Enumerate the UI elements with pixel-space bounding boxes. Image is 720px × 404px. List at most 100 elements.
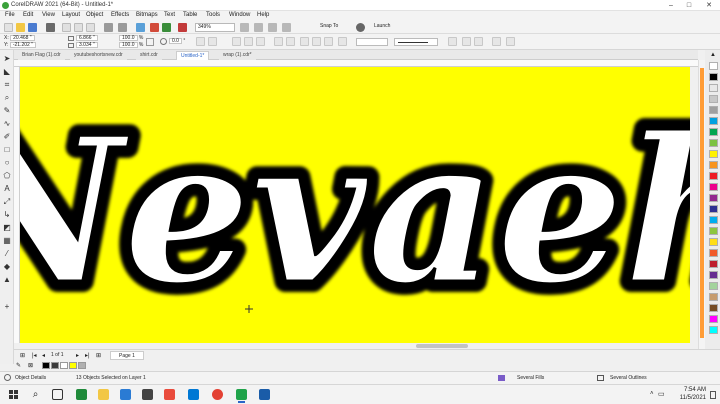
to-back-button[interactable]: [474, 37, 483, 46]
pick-tool-icon[interactable]: ➤: [2, 54, 12, 64]
app-icon-1[interactable]: [164, 389, 175, 400]
artwork-text-fill[interactable]: Nevaeh: [20, 93, 690, 331]
palette-swatch[interactable]: [709, 84, 718, 92]
menu-effects[interactable]: Effects: [111, 12, 129, 18]
snap-to-dropdown[interactable]: Snap To: [318, 23, 348, 32]
object-details-label[interactable]: Object Details: [15, 375, 46, 381]
cut-icon[interactable]: [62, 23, 71, 32]
document-color-swatch[interactable]: [51, 362, 59, 369]
chrome-icon[interactable]: [212, 389, 223, 400]
lock-ratio-icon[interactable]: [146, 38, 154, 46]
combine-button[interactable]: [274, 37, 283, 46]
height-value[interactable]: 3.034 ": [76, 42, 98, 48]
y-position-value[interactable]: -21.202 ": [9, 42, 36, 48]
add-page-after-icon[interactable]: ⊞: [96, 352, 101, 359]
palette-swatch[interactable]: [709, 238, 718, 246]
parallel-dimension-icon[interactable]: ⤢: [2, 197, 12, 207]
eyedropper-small-icon[interactable]: ✎: [16, 362, 21, 369]
palette-swatch[interactable]: [709, 150, 718, 158]
zoom-level-dropdown[interactable]: 349%: [195, 23, 235, 32]
edge-browser-icon[interactable]: [120, 389, 131, 400]
palette-swatch[interactable]: [709, 183, 718, 191]
options-gear-icon[interactable]: [356, 23, 365, 32]
save-icon[interactable]: [28, 23, 37, 32]
weld-button[interactable]: [300, 37, 309, 46]
next-page-icon[interactable]: ▸: [76, 352, 79, 359]
palette-swatch[interactable]: [709, 271, 718, 279]
palette-swatch[interactable]: [709, 282, 718, 290]
x-position-field[interactable]: X: 20.468 ": [4, 35, 35, 41]
menu-tools[interactable]: Tools: [206, 12, 220, 18]
rectangle-tool-icon[interactable]: □: [2, 145, 12, 155]
palette-swatch[interactable]: [709, 249, 718, 257]
vertical-scrollbar[interactable]: [698, 60, 705, 349]
to-front-button[interactable]: [462, 37, 471, 46]
search-content-icon[interactable]: [136, 23, 145, 32]
paste-icon[interactable]: [86, 23, 95, 32]
drop-shadow-icon[interactable]: ◩: [2, 223, 12, 233]
crop-tool-icon[interactable]: ⌗: [2, 80, 12, 90]
connector-tool-icon[interactable]: ↳: [2, 210, 12, 220]
show-guidelines-icon[interactable]: [282, 23, 291, 32]
mail-icon[interactable]: [188, 389, 199, 400]
start-button[interactable]: [8, 389, 19, 400]
outline-width-dropdown[interactable]: [356, 38, 388, 46]
palette-swatch[interactable]: [709, 326, 718, 334]
polygon-tool-icon[interactable]: ⬠: [2, 171, 12, 181]
launch-dropdown[interactable]: Launch: [372, 23, 412, 32]
previous-page-icon[interactable]: ◂: [42, 352, 45, 359]
group-button[interactable]: [232, 37, 241, 46]
document-color-swatch[interactable]: [42, 362, 50, 369]
first-page-icon[interactable]: |◂: [32, 352, 37, 359]
show-grid-icon[interactable]: [268, 23, 277, 32]
trim-button[interactable]: [312, 37, 321, 46]
zoom-tool-icon[interactable]: ⌕: [2, 93, 12, 103]
palette-swatch[interactable]: [709, 106, 718, 114]
artistic-media-icon[interactable]: ✐: [2, 132, 12, 142]
palette-swatch[interactable]: [709, 260, 718, 268]
copy-icon[interactable]: [74, 23, 83, 32]
tab-youtubeshortsnew[interactable]: youtubeshortsnew.cdr: [70, 51, 127, 60]
last-page-icon[interactable]: ▸|: [85, 352, 90, 359]
full-screen-icon[interactable]: [240, 23, 249, 32]
freehand-tool-icon[interactable]: ✎: [2, 106, 12, 116]
document-color-swatch[interactable]: [78, 362, 86, 369]
wrap-text-button[interactable]: [448, 37, 457, 46]
palette-swatch[interactable]: [709, 161, 718, 169]
export-icon[interactable]: [162, 23, 171, 32]
tray-chevron-icon[interactable]: ˄: [650, 391, 654, 397]
palette-swatch[interactable]: [709, 117, 718, 125]
vertical-scroll-thumb[interactable]: [700, 68, 704, 338]
xbox-icon[interactable]: [76, 389, 87, 400]
publish-pdf-icon[interactable]: [178, 23, 187, 32]
minimize-button[interactable]: –: [664, 0, 678, 11]
coreldraw-taskbar-icon[interactable]: [236, 389, 247, 403]
convert-to-curves-button[interactable]: [492, 37, 501, 46]
store-icon[interactable]: [142, 389, 153, 400]
align-distribute-button[interactable]: [338, 37, 347, 46]
palette-swatch[interactable]: [709, 293, 718, 301]
interactive-fill-icon[interactable]: ◆: [2, 262, 12, 272]
add-tool-icon[interactable]: +: [2, 302, 12, 312]
menu-edit[interactable]: Edit: [23, 12, 33, 18]
tab-shirt[interactable]: shirt.cdr: [136, 51, 162, 60]
no-color-swatch-icon[interactable]: ⊠: [28, 362, 33, 369]
menu-file[interactable]: File: [5, 12, 15, 18]
import-icon[interactable]: [150, 23, 159, 32]
menu-layout[interactable]: Layout: [62, 12, 80, 18]
palette-swatch[interactable]: [709, 194, 718, 202]
palette-swatch[interactable]: [709, 172, 718, 180]
palette-swatch[interactable]: [709, 304, 718, 312]
new-document-icon[interactable]: [4, 23, 13, 32]
palette-swatch[interactable]: [709, 128, 718, 136]
create-boundary-button[interactable]: [506, 37, 515, 46]
tab-wrap[interactable]: wrap (1).cdr*: [219, 51, 256, 60]
horizontal-ruler[interactable]: [14, 60, 698, 67]
search-icon[interactable]: ⌕: [30, 389, 41, 400]
show-rulers-icon[interactable]: [254, 23, 263, 32]
document-color-swatch[interactable]: [69, 362, 77, 369]
smart-fill-bucket-icon[interactable]: ▲: [2, 275, 12, 285]
transparency-tool-icon[interactable]: ▦: [2, 236, 12, 246]
ungroup-all-button[interactable]: [256, 37, 265, 46]
tab-brian-flag[interactable]: Brian Flag (1).cdr: [18, 51, 65, 60]
